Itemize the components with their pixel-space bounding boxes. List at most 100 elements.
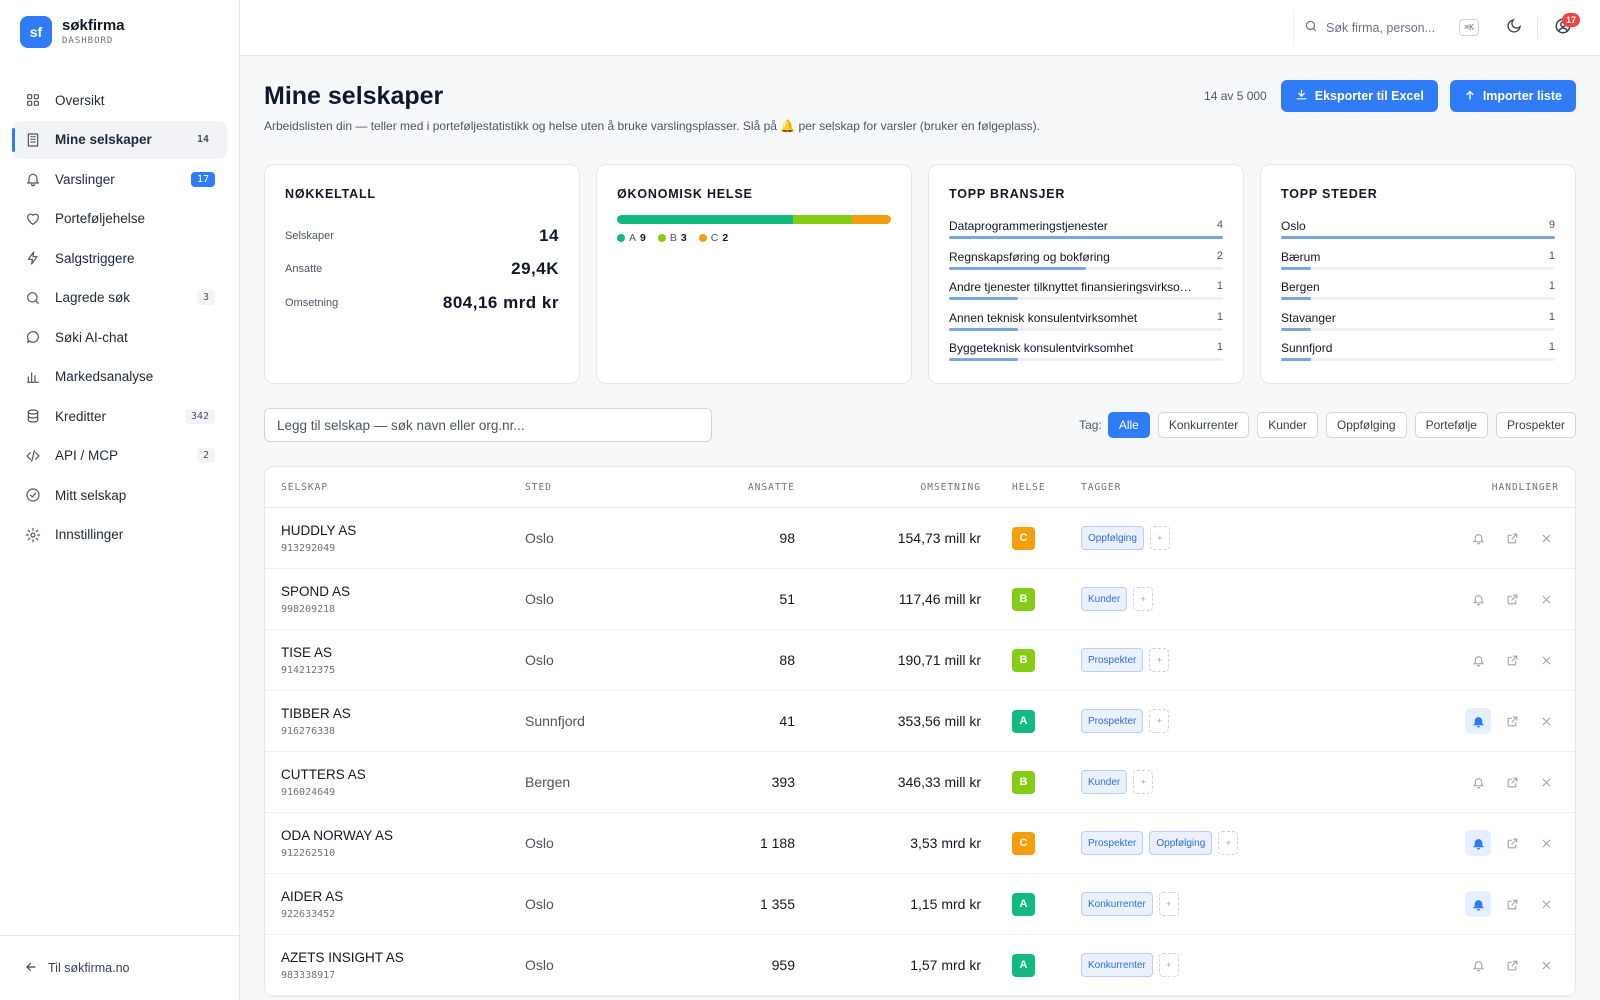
open-company-button[interactable]: [1499, 952, 1525, 978]
tag-pill[interactable]: Prospekter: [1081, 709, 1144, 733]
tag-list: Kunder +: [1081, 587, 1441, 611]
tag-pill[interactable]: Prospekter: [1081, 648, 1144, 672]
sidebar-item-markedsanalyse[interactable]: Markedsanalyse: [12, 358, 227, 396]
open-company-button[interactable]: [1499, 647, 1525, 673]
add-tag-button[interactable]: +: [1218, 831, 1239, 855]
table-row[interactable]: TISE AS 914212375 Oslo 88 190,71 mill kr B Pro…: [265, 630, 1575, 691]
rank-item[interactable]: Regnskapsføring og bokføring 2: [949, 250, 1223, 281]
header-omsetning[interactable]: OMSETNING: [795, 482, 981, 493]
sidebar-item-lagrede-sok[interactable]: Lagrede søk 3: [12, 279, 227, 317]
company-name[interactable]: AZETS INSIGHT AS: [281, 950, 525, 965]
company-name[interactable]: CUTTERS AS: [281, 767, 525, 782]
sidebar-item-salgstriggere[interactable]: Salgstriggere: [12, 239, 227, 277]
add-tag-button[interactable]: +: [1158, 892, 1179, 916]
open-company-button[interactable]: [1499, 586, 1525, 612]
tag-filter-kunder[interactable]: Kunder: [1257, 412, 1318, 438]
add-tag-button[interactable]: +: [1149, 526, 1170, 550]
remove-company-button[interactable]: [1533, 708, 1559, 734]
open-company-button[interactable]: [1499, 708, 1525, 734]
tag-filter-oppfolging[interactable]: Oppfølging: [1325, 412, 1407, 438]
sidebar-item-soki-ai-chat[interactable]: Søki AI-chat: [12, 318, 227, 356]
toggle-alert-button[interactable]: [1465, 708, 1491, 734]
rank-item[interactable]: Bergen 1: [1281, 280, 1555, 311]
import-list-button[interactable]: Importer liste: [1449, 80, 1576, 112]
tag-pill[interactable]: Konkurrenter: [1081, 892, 1153, 916]
company-name[interactable]: ODA NORWAY AS: [281, 828, 525, 843]
open-company-button[interactable]: [1499, 769, 1525, 795]
global-search[interactable]: Søk firma, person... ⌘K: [1293, 10, 1489, 45]
tag-pill[interactable]: Kunder: [1081, 770, 1128, 794]
rank-row: Bergen 1: [1281, 280, 1555, 294]
rank-item[interactable]: Bærum 1: [1281, 250, 1555, 281]
tag-pill[interactable]: Kunder: [1081, 587, 1128, 611]
toggle-alert-button[interactable]: [1465, 891, 1491, 917]
table-row[interactable]: AIDER AS 922633452 Oslo 1 355 1,15 mrd kr A Ko…: [265, 874, 1575, 935]
sidebar-item-kreditter[interactable]: Kreditter 342: [12, 397, 227, 435]
rank-item[interactable]: Byggeteknisk konsulentvirksomhet 1: [949, 341, 1223, 372]
company-name[interactable]: HUDDLY AS: [281, 523, 525, 538]
rank-item[interactable]: Oslo 9: [1281, 219, 1555, 250]
tag-pill[interactable]: Konkurrenter: [1081, 953, 1153, 977]
theme-toggle-button[interactable]: [1497, 11, 1531, 45]
table-row[interactable]: ODA NORWAY AS 912262510 Oslo 1 188 3,53 mrd …: [265, 813, 1575, 874]
header-ansatte[interactable]: ANSATTE: [685, 482, 795, 493]
tag-pill[interactable]: Oppfølging: [1081, 526, 1144, 550]
header-selskap[interactable]: SELSKAP: [265, 482, 525, 493]
rank-item[interactable]: Sunnfjord 1: [1281, 341, 1555, 372]
add-tag-button[interactable]: +: [1158, 953, 1179, 977]
add-tag-button[interactable]: +: [1149, 648, 1170, 672]
company-name[interactable]: AIDER AS: [281, 889, 525, 904]
toggle-alert-button[interactable]: [1465, 830, 1491, 856]
toggle-alert-button[interactable]: [1465, 769, 1491, 795]
rank-item[interactable]: Dataprogrammeringstjenester 4: [949, 219, 1223, 250]
header-sted[interactable]: STED: [525, 482, 685, 493]
toggle-alert-button[interactable]: [1465, 525, 1491, 551]
header-helse[interactable]: HELSE: [981, 482, 1081, 493]
rank-item[interactable]: Andre tjenester tilknyttet finansierings…: [949, 280, 1223, 311]
company-name[interactable]: TIBBER AS: [281, 706, 525, 721]
open-company-button[interactable]: [1499, 525, 1525, 551]
export-excel-button[interactable]: Eksporter til Excel: [1280, 80, 1438, 112]
sidebar-item-innstillinger[interactable]: Innstillinger: [12, 516, 227, 554]
tag-filter-prospekter[interactable]: Prospekter: [1495, 412, 1576, 438]
open-company-button[interactable]: [1499, 891, 1525, 917]
company-name[interactable]: TISE AS: [281, 645, 525, 660]
company-name[interactable]: SPOND AS: [281, 584, 525, 599]
add-tag-button[interactable]: +: [1133, 587, 1154, 611]
brand[interactable]: sf søkfirma DASHBORD: [0, 0, 239, 64]
table-row[interactable]: AZETS INSIGHT AS 983338917 Oslo 959 1,57 mrd…: [265, 935, 1575, 996]
remove-company-button[interactable]: [1533, 525, 1559, 551]
tag-filter-alle[interactable]: Alle: [1107, 412, 1150, 438]
sidebar-item-mine-selskaper[interactable]: Mine selskaper 14: [12, 120, 227, 159]
back-to-site-link[interactable]: Til søkfirma.no: [0, 935, 239, 1000]
toggle-alert-button[interactable]: [1465, 647, 1491, 673]
rank-item[interactable]: Annen teknisk konsulentvirksomhet 1: [949, 311, 1223, 342]
table-row[interactable]: CUTTERS AS 916024649 Bergen 393 346,33 mill …: [265, 752, 1575, 813]
remove-company-button[interactable]: [1533, 830, 1559, 856]
sidebar-item-portefoljehelse[interactable]: Porteføljehelse: [12, 200, 227, 238]
tag-pill[interactable]: Prospekter: [1081, 831, 1144, 855]
table-row[interactable]: HUDDLY AS 913292049 Oslo 98 154,73 mill kr C O…: [265, 508, 1575, 569]
remove-company-button[interactable]: [1533, 769, 1559, 795]
account-button[interactable]: 17: [1546, 11, 1580, 45]
tag-filter-konkurrenter[interactable]: Konkurrenter: [1157, 412, 1250, 438]
sidebar-item-mitt-selskap[interactable]: Mitt selskap: [12, 476, 227, 514]
add-tag-button[interactable]: +: [1149, 709, 1170, 733]
sidebar-item-api-mcp[interactable]: API / MCP 2: [12, 437, 227, 475]
table-row[interactable]: TIBBER AS 916276338 Sunnfjord 41 353,56 mill…: [265, 691, 1575, 752]
open-company-button[interactable]: [1499, 830, 1525, 856]
tag-filter-portefolje[interactable]: Portefølje: [1414, 412, 1488, 438]
add-tag-button[interactable]: +: [1133, 770, 1154, 794]
table-row[interactable]: SPOND AS 998209218 Oslo 51 117,46 mill kr B Ku…: [265, 569, 1575, 630]
toggle-alert-button[interactable]: [1465, 586, 1491, 612]
add-company-input[interactable]: [264, 408, 712, 442]
sidebar-item-varslinger[interactable]: Varslinger 17: [12, 160, 227, 198]
sidebar-item-oversikt[interactable]: Oversikt: [12, 81, 227, 119]
tag-pill[interactable]: Oppfølging: [1149, 831, 1213, 855]
toggle-alert-button[interactable]: [1465, 952, 1491, 978]
remove-company-button[interactable]: [1533, 891, 1559, 917]
remove-company-button[interactable]: [1533, 586, 1559, 612]
rank-item[interactable]: Stavanger 1: [1281, 311, 1555, 342]
remove-company-button[interactable]: [1533, 647, 1559, 673]
remove-company-button[interactable]: [1533, 952, 1559, 978]
